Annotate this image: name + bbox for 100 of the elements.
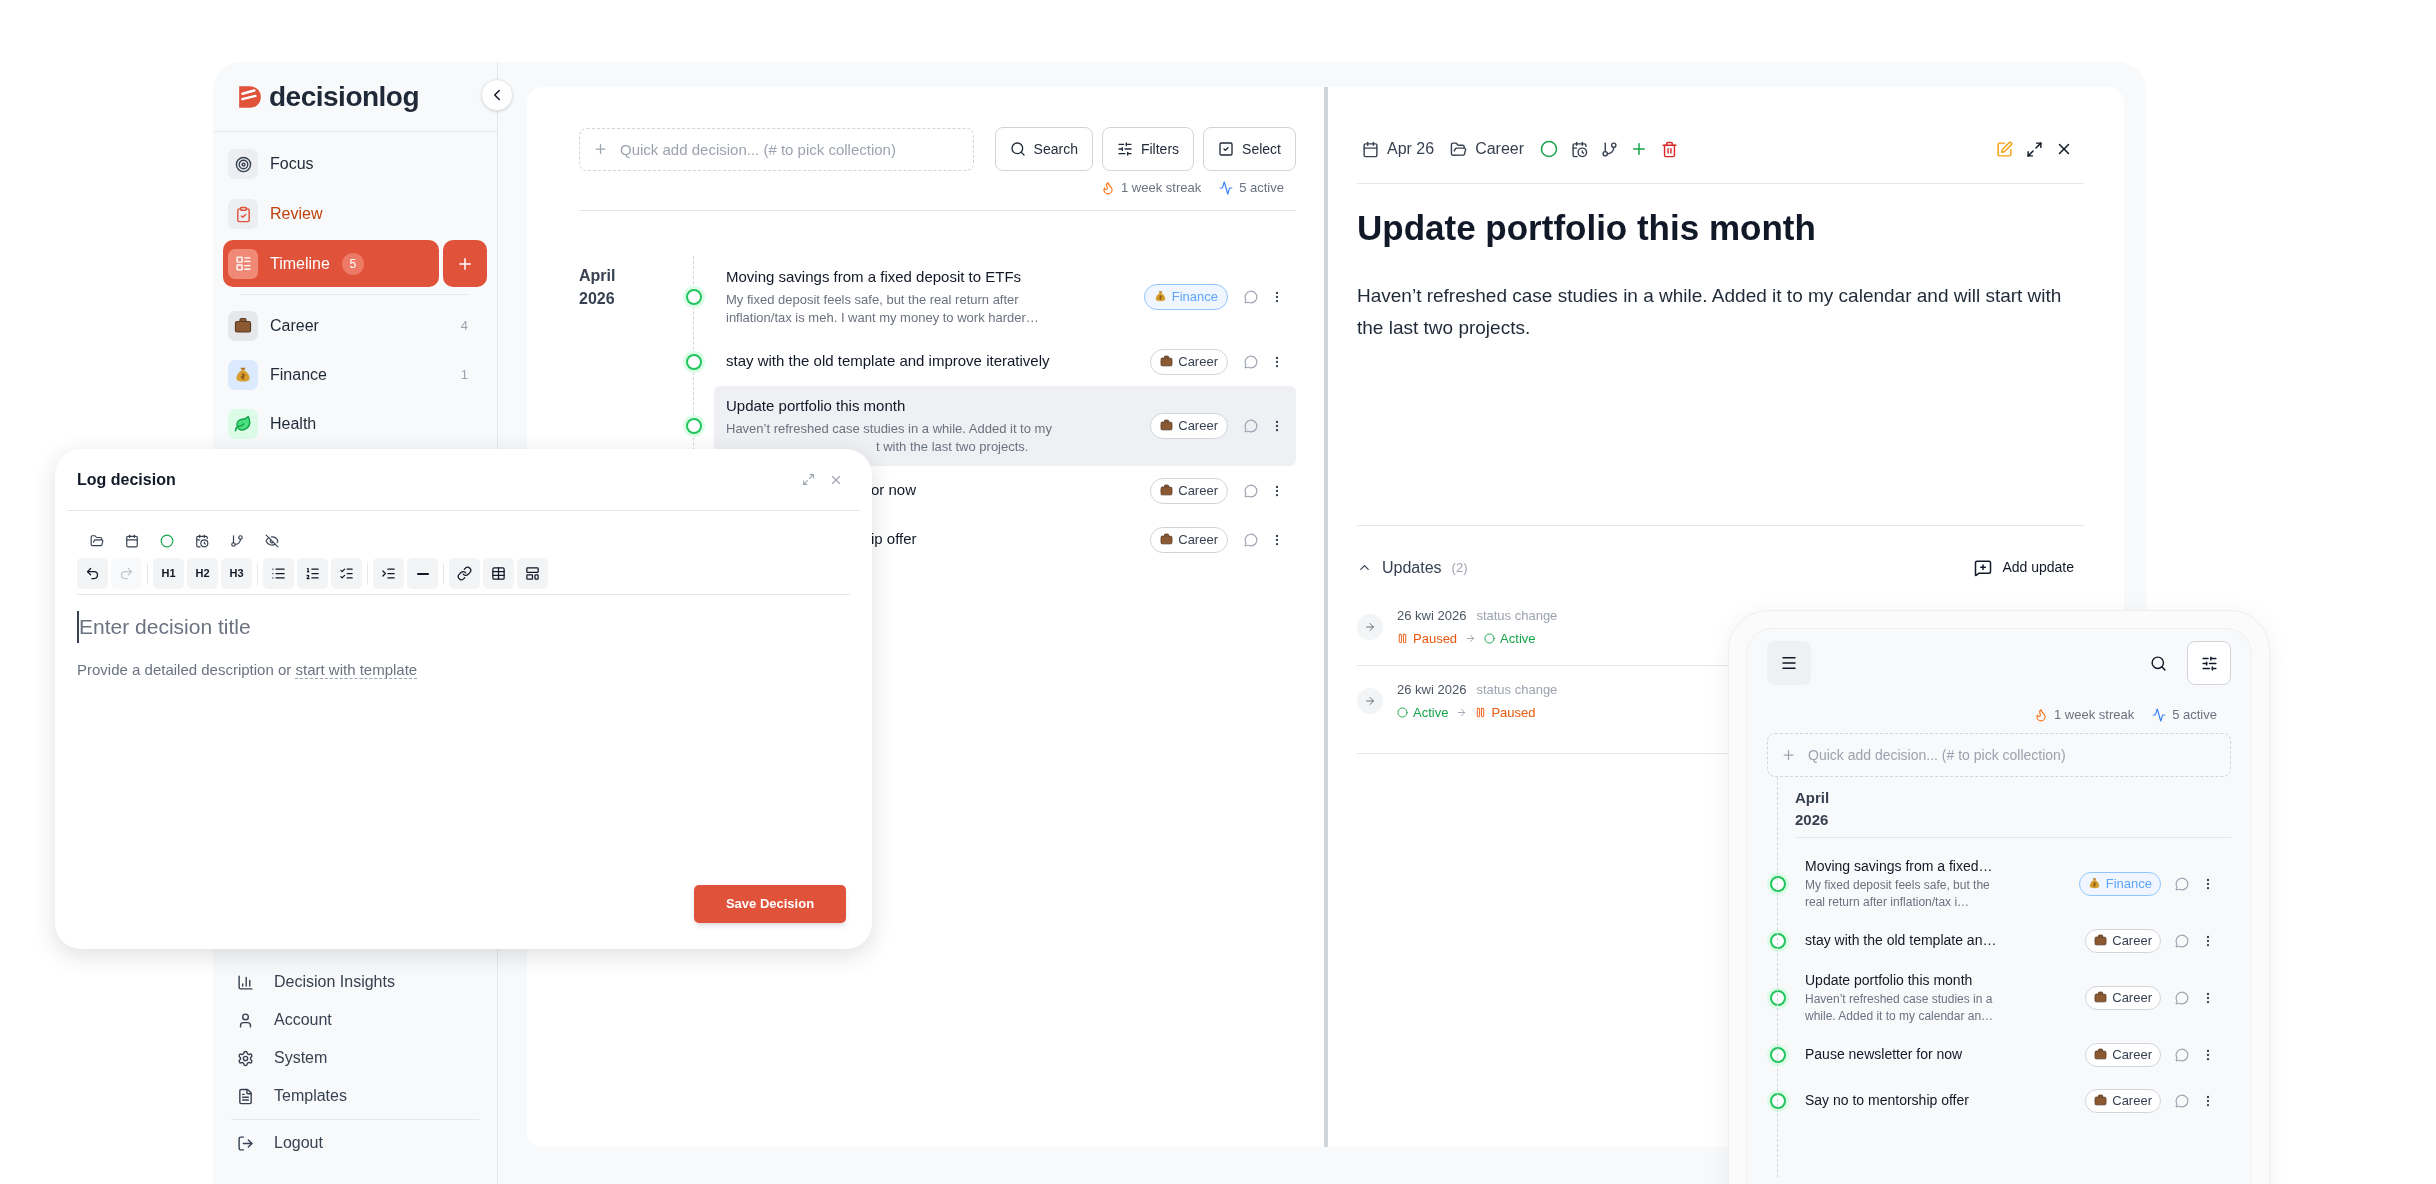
status-circle-icon xyxy=(1767,1043,1789,1066)
calendar-icon xyxy=(124,534,139,548)
open-update-button[interactable] xyxy=(1357,614,1383,640)
collection-tag[interactable]: Career xyxy=(2085,1088,2161,1113)
status-circle-icon xyxy=(1767,872,1789,895)
table-button[interactable] xyxy=(483,558,514,589)
collection-item[interactable]: Health xyxy=(223,400,487,447)
description-placeholder[interactable]: Provide a detailed description or start with template xyxy=(77,658,850,681)
status-circle-icon xyxy=(683,285,705,308)
collection-tag[interactable]: Career xyxy=(2085,1042,2161,1067)
title-field[interactable]: Enter decision title xyxy=(77,611,477,643)
checkbox-icon xyxy=(1218,141,1235,157)
collection-tag[interactable]: Career xyxy=(2085,928,2161,953)
menu-item[interactable]: Account xyxy=(231,1001,479,1039)
collection-item[interactable]: Career 4 xyxy=(223,302,487,349)
nav-item[interactable]: Review xyxy=(223,190,487,238)
divider-button[interactable] xyxy=(407,558,438,589)
document-icon xyxy=(237,1087,254,1105)
pause-icon xyxy=(1397,633,1408,645)
money-bag-icon xyxy=(1153,290,1167,303)
undo-button[interactable] xyxy=(77,558,108,589)
link-icon xyxy=(457,566,472,581)
decision-title: Say no to mentorship offer xyxy=(1805,1091,1970,1110)
collapse-button[interactable] xyxy=(481,79,513,111)
collection-tag[interactable]: Career xyxy=(1150,477,1228,504)
collection-item[interactable]: Finance 1 xyxy=(223,351,487,398)
collection-tag[interactable]: Career xyxy=(1150,412,1228,439)
update-type: status change xyxy=(1476,606,1558,625)
decision-row[interactable]: Update portfolio this month Haven’t refreshed case studies in a while. Added it to my t with the last two projects. Career xyxy=(714,385,1296,466)
calendar-clock-icon xyxy=(1570,140,1588,158)
quick-add-field[interactable]: Quick add decision... (# to pick collection) xyxy=(579,127,974,171)
nav-item[interactable]: Timeline 5 xyxy=(223,240,439,287)
link-button[interactable] xyxy=(449,558,480,589)
decision-description: Haven’t refreshed case studies in a while. Added it to my calendar an… xyxy=(1805,991,1995,1025)
update-date: 26 kwi 2026 xyxy=(1397,680,1467,699)
bullet-list-button[interactable] xyxy=(263,558,294,589)
money-bag-icon xyxy=(234,365,252,384)
circle-icon xyxy=(1397,707,1408,719)
sliders-icon xyxy=(1116,141,1133,157)
layout-button[interactable] xyxy=(517,558,548,589)
briefcase-icon xyxy=(2094,934,2108,947)
checklist-button[interactable] xyxy=(331,558,362,589)
heading-button[interactable]: H1 xyxy=(153,558,184,589)
decision-row[interactable]: Pause newsletter for now Career xyxy=(1789,1041,2231,1068)
decision-row[interactable]: Moving savings from a fixed… My fixed deposit feels safe, but the real return after inflation/tax i… Finance xyxy=(1789,856,2231,911)
quick-add-field[interactable]: Quick add decision... (# to pick collection) xyxy=(1767,732,2231,777)
heading-button[interactable]: H3 xyxy=(221,558,252,589)
logout-button[interactable]: Logout xyxy=(231,1124,479,1162)
decision-title: Update portfolio this month xyxy=(1357,207,1817,249)
collection-tag[interactable]: Career xyxy=(1150,526,1228,553)
filter-button[interactable] xyxy=(2187,641,2231,685)
list-icon xyxy=(234,255,252,272)
status-circle-icon xyxy=(683,350,705,373)
circle-icon xyxy=(1540,140,1559,158)
comment-icon xyxy=(1244,354,1258,369)
collection-tag[interactable]: Career xyxy=(2085,985,2161,1010)
leaf-icon xyxy=(234,414,252,433)
circle-icon xyxy=(1484,633,1496,645)
calendar-clock-icon xyxy=(194,534,209,548)
decision-body: Haven’t refreshed case studies in a while. Added it to my calendar and will start with the last two projects. xyxy=(1357,283,2063,340)
date-button[interactable]: Apr 26 xyxy=(1362,137,1451,161)
menu-item[interactable]: Decision Insights xyxy=(231,963,479,1001)
decision-row[interactable]: Update portfolio this month Haven’t refreshed case studies in a while. Added it to my calendar an… Career xyxy=(1789,970,2231,1025)
heading-button[interactable]: H2 xyxy=(187,558,218,589)
count-badge: 5 xyxy=(341,252,364,275)
decision-row[interactable]: stay with the old template an… Career xyxy=(1789,927,2231,954)
comment-plus-icon xyxy=(1974,558,1993,577)
decision-title: Update portfolio this month xyxy=(1805,971,1974,990)
save-button[interactable]: Save Decision xyxy=(694,885,846,923)
indent-button[interactable] xyxy=(373,558,404,589)
menu-item[interactable]: System xyxy=(231,1039,479,1077)
toolbar-button[interactable]: Search xyxy=(994,127,1093,171)
updates-count: (2) xyxy=(1451,558,1468,577)
collection-button[interactable]: Career xyxy=(1450,137,1535,161)
toolbar-button[interactable]: Select xyxy=(1203,127,1296,171)
toolbar-button[interactable]: Filters xyxy=(1101,127,1195,171)
decision-row[interactable]: Say no to mentorship offer Career xyxy=(1789,1087,2231,1114)
target-icon xyxy=(234,155,252,173)
template-link[interactable]: start with template xyxy=(295,660,418,679)
nav-item[interactable]: Focus xyxy=(223,140,487,188)
activity-icon xyxy=(2152,707,2167,722)
updates-toggle[interactable]: Updates (2) xyxy=(1357,555,1468,580)
sliders-icon xyxy=(2200,654,2218,672)
collection-tag[interactable]: Career xyxy=(1150,348,1228,375)
expand-icon xyxy=(2025,140,2043,158)
decision-description: t with the last two projects. xyxy=(875,438,1030,457)
pause-icon xyxy=(1475,707,1487,719)
bullet-list-icon xyxy=(271,566,286,581)
add-button[interactable] xyxy=(443,240,487,287)
open-update-button[interactable] xyxy=(1357,688,1383,714)
decision-title: Pause newsletter for now xyxy=(1805,1045,1964,1064)
menu-button[interactable] xyxy=(1767,641,1811,685)
folder-icon xyxy=(89,534,104,548)
numbered-list-button[interactable] xyxy=(297,558,328,589)
decision-title: ip offer xyxy=(871,529,918,550)
menu-item[interactable]: Templates xyxy=(231,1077,479,1115)
briefcase-icon xyxy=(1160,484,1174,497)
add-update-button[interactable]: Add update xyxy=(1974,557,2084,578)
checklist-icon xyxy=(339,566,354,581)
briefcase-icon xyxy=(234,316,252,335)
